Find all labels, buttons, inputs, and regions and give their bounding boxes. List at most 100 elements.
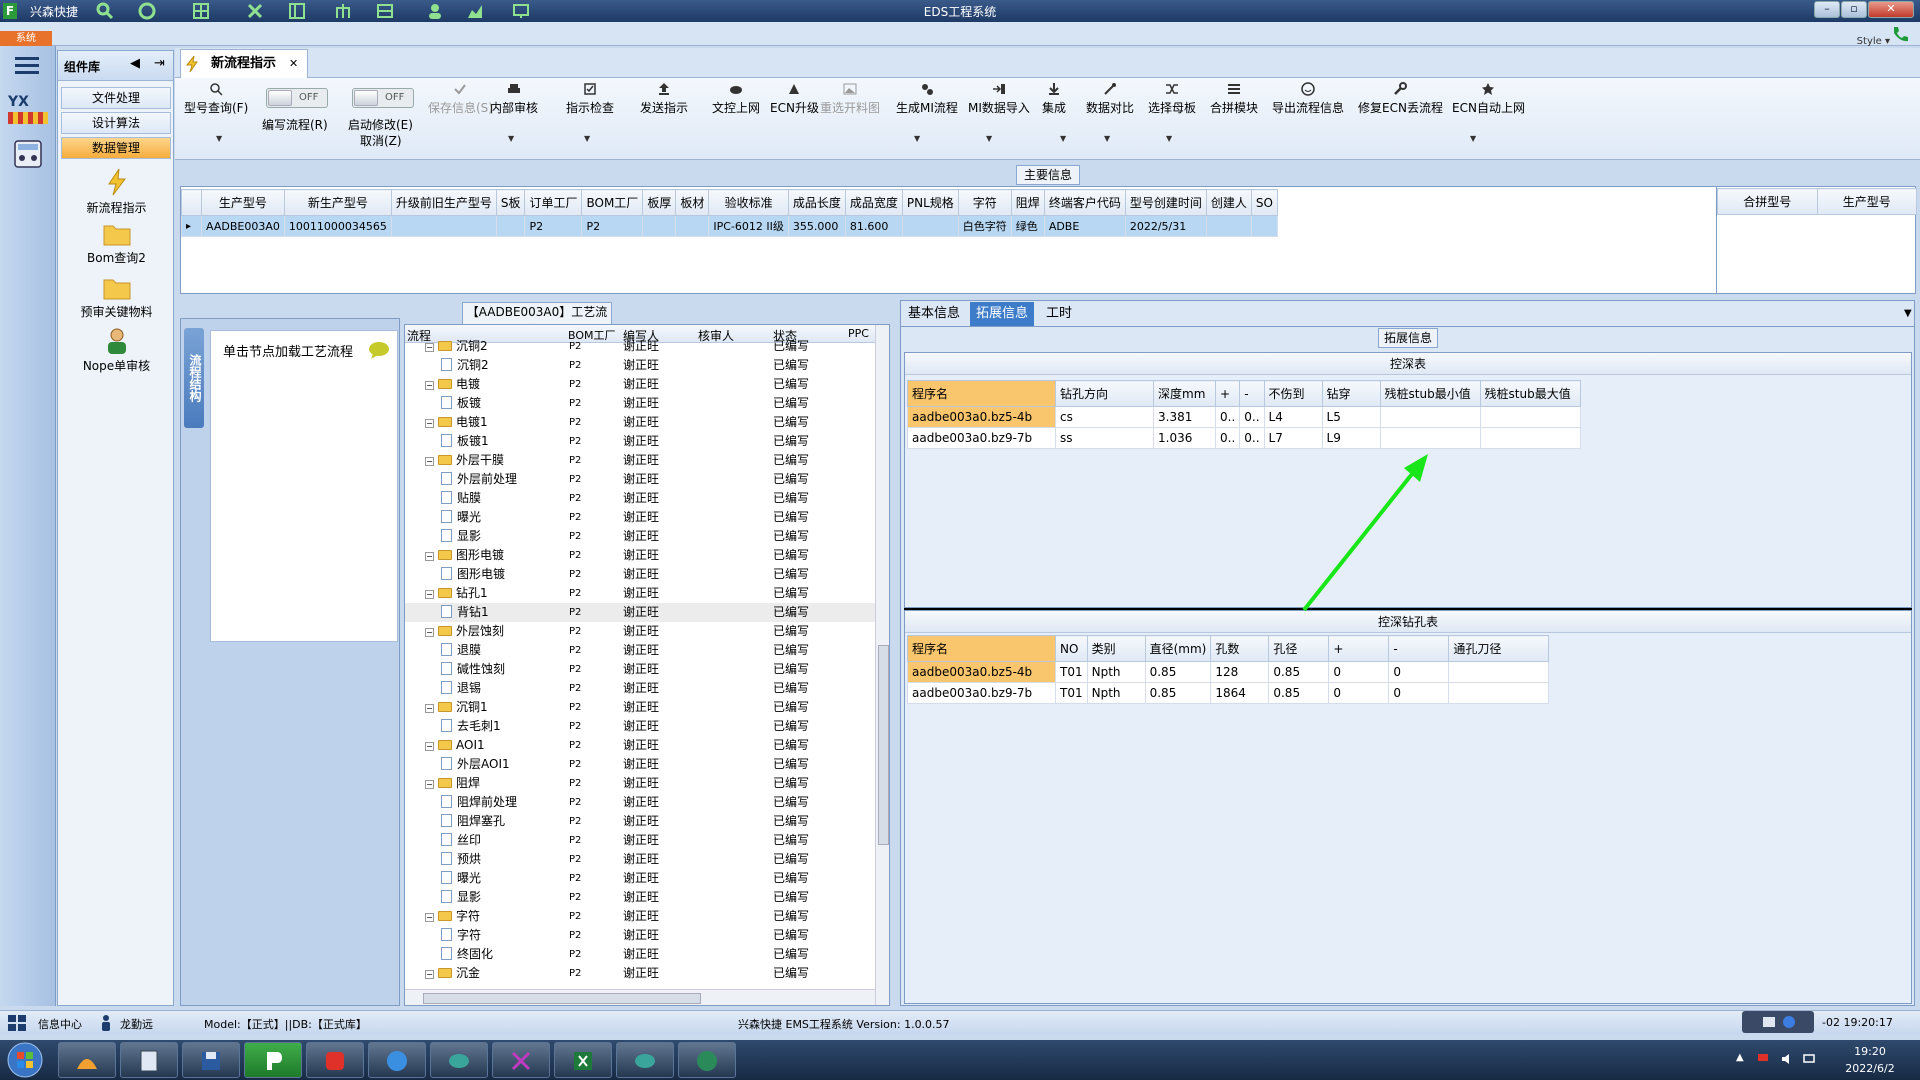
tree-icon[interactable] xyxy=(334,2,352,20)
tree-node[interactable]: − 电镀 xyxy=(425,375,480,394)
main-info-col-header[interactable]: S板 xyxy=(495,189,526,216)
tree-row[interactable]: 去毛刺1 P2 谢正旺 已编写 xyxy=(405,717,885,736)
tree-node[interactable]: − 沉铜2 xyxy=(425,337,488,356)
hole-col-header[interactable]: 孔径 xyxy=(1268,635,1330,662)
comp-item-file[interactable]: 文件处理 xyxy=(61,87,171,109)
main-info-cell[interactable]: IPC-6012 II级 xyxy=(708,215,789,237)
tree-node[interactable]: − 电镀1 xyxy=(425,413,488,432)
user-icon[interactable] xyxy=(426,2,444,20)
ribbon-button-gears[interactable]: 生成MI流程 xyxy=(896,82,958,116)
hole-cell[interactable]: T01 xyxy=(1055,661,1088,683)
tab-new-flow[interactable]: 新流程指示 ✕ xyxy=(180,49,308,79)
ribbon-button-printer[interactable]: 内部审核 xyxy=(490,82,538,116)
collapse-toggle-icon[interactable]: − xyxy=(425,381,434,390)
main-info-cell[interactable]: ADBE xyxy=(1043,215,1126,237)
tab-close-icon[interactable]: ✕ xyxy=(289,50,298,78)
dropdown-arrow-icon[interactable]: ▼ xyxy=(1470,134,1476,143)
table-icon[interactable] xyxy=(376,2,394,20)
depth-col-header[interactable]: 程序名 xyxy=(907,380,1056,407)
tree-row[interactable]: 丝印 P2 谢正旺 已编写 xyxy=(405,831,885,850)
tree-row[interactable]: − 沉金 P2 谢正旺 已编写 xyxy=(405,964,885,983)
tree-row[interactable]: − 外层干膜 P2 谢正旺 已编写 xyxy=(405,451,885,470)
type-query-button[interactable]: 型号查询(F) xyxy=(184,82,248,116)
tree-row[interactable]: − 阻焊 P2 谢正旺 已编写 xyxy=(405,774,885,793)
main-info-cell[interactable] xyxy=(675,215,710,237)
start-button-icon[interactable] xyxy=(6,1041,44,1079)
tree-node[interactable]: 丝印 xyxy=(441,831,481,850)
tree-node[interactable]: 退膜 xyxy=(441,641,481,660)
hole-row[interactable]: aadbe003a0.bz9-7b T01 Npth 0.85 1864 0.85 0 0 xyxy=(907,682,1550,704)
tree-node[interactable]: 阻焊塞孔 xyxy=(441,812,505,831)
tree-row[interactable]: − 字符 P2 谢正旺 已编写 xyxy=(405,907,885,926)
tree-node[interactable]: 阻焊前处理 xyxy=(441,793,517,812)
hole-cell[interactable]: 0.85 xyxy=(1144,682,1212,704)
tree-row[interactable]: − 外层蚀刻 P2 谢正旺 已编写 xyxy=(405,622,885,641)
main-info-col-header[interactable]: 升级前旧生产型号 xyxy=(390,189,497,216)
ribbon-button-download[interactable]: 集成 xyxy=(1042,82,1066,116)
collapse-toggle-icon[interactable]: − xyxy=(425,419,434,428)
tree-row[interactable]: − AOI1 P2 谢正旺 已编写 xyxy=(405,736,885,755)
tree-node[interactable]: − 外层干膜 xyxy=(425,451,504,470)
tree-node[interactable]: − 外层蚀刻 xyxy=(425,622,504,641)
taskbar-app-eds[interactable] xyxy=(244,1042,302,1078)
tab-basic-info[interactable]: 基本信息 xyxy=(902,302,966,326)
main-info-col-header[interactable]: BOM工厂 xyxy=(581,189,644,216)
close-button[interactable]: ✕ xyxy=(1868,1,1914,18)
depth-cell[interactable]: 0.. xyxy=(1239,427,1265,449)
ribbon-button-ecn[interactable]: ECN升级 xyxy=(770,82,819,116)
taskbar-app-red[interactable] xyxy=(306,1042,364,1078)
hole-cell[interactable]: 0 xyxy=(1388,661,1450,683)
depth-cell[interactable]: cs xyxy=(1055,406,1154,428)
tree-node[interactable]: 字符 xyxy=(441,926,481,945)
depth-cell[interactable] xyxy=(1479,406,1581,428)
depth-cell[interactable] xyxy=(1479,427,1581,449)
style-menu[interactable]: Style ▾ xyxy=(1857,36,1890,47)
tree-row[interactable]: 曝光 P2 谢正旺 已编写 xyxy=(405,869,885,888)
tree-node[interactable]: 碱性蚀刻 xyxy=(441,660,505,679)
tree-node[interactable]: − 沉金 xyxy=(425,964,480,983)
ribbon-button-import[interactable]: MI数据导入 xyxy=(968,82,1030,116)
ribbon-button-image[interactable]: 重选开料图 xyxy=(820,82,880,116)
main-info-cell[interactable]: 81.600 xyxy=(844,215,903,237)
tree-node[interactable]: 外层AOI1 xyxy=(441,755,510,774)
grid-icon[interactable] xyxy=(192,2,210,20)
depth-cell[interactable] xyxy=(1379,406,1481,428)
hole-col-header[interactable]: 直径(mm) xyxy=(1144,635,1212,662)
tree-row[interactable]: 碱性蚀刻 P2 谢正旺 已编写 xyxy=(405,660,885,679)
depth-cell[interactable]: 3.381 xyxy=(1153,406,1216,428)
tree-row[interactable]: 曝光 P2 谢正旺 已编写 xyxy=(405,508,885,527)
main-info-col-header[interactable]: 板厚 xyxy=(642,189,677,216)
depth-cell[interactable]: 1.036 xyxy=(1153,427,1216,449)
hole-cell[interactable]: 0 xyxy=(1328,682,1390,704)
tree-row[interactable]: 外层前处理 P2 谢正旺 已编写 xyxy=(405,470,885,489)
taskbar-clock[interactable]: 19:20 2022/6/2 xyxy=(1830,1043,1910,1077)
main-info-col-header[interactable]: 创建人 xyxy=(1205,189,1252,216)
tree-node[interactable]: 贴膜 xyxy=(441,489,481,508)
hole-cell[interactable] xyxy=(1448,682,1550,704)
hole-cell[interactable]: Npth xyxy=(1086,682,1146,704)
tree-row[interactable]: − 钻孔1 P2 谢正旺 已编写 xyxy=(405,584,885,603)
depth-col-header[interactable]: 钻穿 xyxy=(1321,380,1381,407)
taskbar-app-save[interactable] xyxy=(182,1042,240,1078)
minimize-button[interactable]: – xyxy=(1814,1,1840,18)
volume-icon[interactable] xyxy=(1780,1052,1794,1066)
calculator-icon[interactable] xyxy=(12,138,44,170)
depth-cell[interactable]: L5 xyxy=(1321,406,1381,428)
scrollbar-thumb[interactable] xyxy=(423,993,701,1004)
search-icon[interactable] xyxy=(96,2,114,20)
collapse-left-icon[interactable]: ◀ xyxy=(130,56,140,71)
ribbon-button-star[interactable]: ECN自动上网 xyxy=(1452,82,1525,116)
depth-cell[interactable]: aadbe003a0.bz9-7b xyxy=(907,427,1056,449)
main-info-cell[interactable] xyxy=(901,215,959,237)
tray-expand-icon[interactable]: ▲ xyxy=(1736,1052,1744,1063)
main-info-cell[interactable]: AADBE003A0 xyxy=(201,215,285,237)
tree-row[interactable]: 退膜 P2 谢正旺 已编写 xyxy=(405,641,885,660)
tree-node[interactable]: − 沉铜1 xyxy=(425,698,488,717)
start-modify-toggle[interactable]: OFF xyxy=(352,88,414,108)
hole-cell[interactable]: 1864 xyxy=(1210,682,1270,704)
main-info-col-header[interactable]: 成品长度 xyxy=(787,189,846,216)
dropdown-arrow-icon[interactable]: ▼ xyxy=(508,134,514,143)
hole-cell[interactable] xyxy=(1448,661,1550,683)
row-selector-icon[interactable]: ▸ xyxy=(181,215,202,237)
tree-row[interactable]: − 沉铜2 P2 谢正旺 已编写 xyxy=(405,337,885,356)
